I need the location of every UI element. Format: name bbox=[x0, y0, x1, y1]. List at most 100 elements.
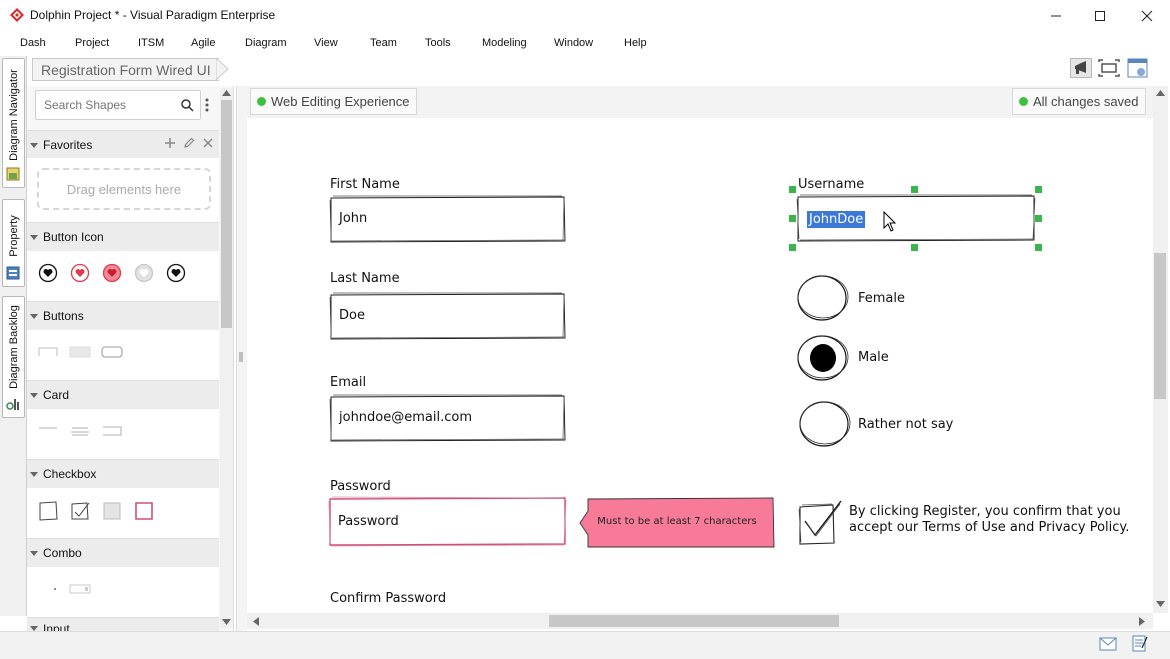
combo-box-shape-icon[interactable] bbox=[69, 584, 91, 594]
scroll-down-arrow-icon[interactable] bbox=[222, 619, 231, 625]
category-label: Button Icon bbox=[43, 230, 104, 244]
sketch-button-shape-icon[interactable] bbox=[37, 346, 59, 358]
scroll-right-arrow-icon[interactable] bbox=[1139, 617, 1145, 626]
heart-button-disabled-shape-icon[interactable] bbox=[134, 263, 154, 283]
menu-view[interactable]: View bbox=[314, 37, 338, 49]
scroll-left-arrow-icon[interactable] bbox=[253, 617, 259, 626]
menu-agile[interactable]: Agile bbox=[191, 37, 215, 49]
breadcrumb[interactable]: Registration Form Wired UI bbox=[32, 58, 219, 81]
notes-icon[interactable] bbox=[1132, 634, 1148, 652]
radio-rather-not-say[interactable] bbox=[797, 398, 853, 450]
scroll-down-arrow-icon[interactable] bbox=[1156, 601, 1165, 607]
favorites-drop-zone[interactable]: Drag elements here bbox=[37, 168, 211, 210]
menu-project[interactable]: Project bbox=[75, 37, 109, 49]
card-shape-icon[interactable] bbox=[37, 425, 59, 437]
heart-button-outline-shape-icon[interactable] bbox=[166, 263, 186, 283]
radio-female[interactable] bbox=[795, 272, 851, 324]
edit-icon[interactable] bbox=[183, 137, 195, 149]
flat-button-shape-icon[interactable] bbox=[69, 346, 91, 358]
tab-diagram-navigator[interactable]: Diagram Navigator bbox=[2, 58, 25, 188]
status-dot-icon bbox=[257, 97, 266, 106]
selection-handle[interactable] bbox=[789, 186, 796, 193]
menu-tools[interactable]: Tools bbox=[425, 37, 451, 49]
username-value-selected[interactable]: JohnDoe bbox=[807, 211, 866, 228]
scroll-up-arrow-icon[interactable] bbox=[222, 90, 231, 96]
fit-diagram-icon[interactable] bbox=[1098, 59, 1120, 77]
combo-dot-shape-icon[interactable] bbox=[50, 585, 60, 593]
password-value: Password bbox=[338, 514, 399, 529]
menu-diagram[interactable]: Diagram bbox=[245, 37, 287, 49]
radio-male-label: Male bbox=[858, 350, 889, 365]
splitter-grip-icon[interactable] bbox=[239, 352, 243, 362]
heart-button-shape-icon[interactable] bbox=[38, 263, 58, 283]
category-combo[interactable]: Combo bbox=[27, 538, 219, 567]
password-label: Password bbox=[330, 479, 391, 494]
heart-button-red-shape-icon[interactable] bbox=[70, 263, 90, 283]
tab-diagram-backlog[interactable]: Diagram Backlog bbox=[2, 296, 25, 418]
web-editing-badge[interactable]: Web Editing Experience bbox=[250, 88, 417, 115]
selection-handle[interactable] bbox=[789, 244, 796, 251]
maximize-icon[interactable] bbox=[1077, 0, 1123, 32]
add-icon[interactable] bbox=[164, 137, 176, 149]
collapse-arrow-icon bbox=[30, 234, 38, 240]
search-shapes-box[interactable] bbox=[35, 90, 201, 120]
diagram-properties-icon[interactable] bbox=[1127, 58, 1149, 79]
mail-icon[interactable] bbox=[1099, 637, 1117, 651]
card-box-shape-icon[interactable] bbox=[101, 425, 123, 437]
selection-handle[interactable] bbox=[911, 186, 918, 193]
search-shapes-input[interactable] bbox=[42, 91, 178, 119]
menu-dash[interactable]: Dash bbox=[20, 37, 46, 49]
search-icon[interactable] bbox=[181, 99, 194, 112]
tab-diagram-navigator-label: Diagram Navigator bbox=[7, 69, 20, 162]
canvas-vertical-scroll-thumb[interactable] bbox=[1154, 253, 1166, 399]
last-name-value: Doe bbox=[339, 308, 365, 323]
heart-button-filled-shape-icon[interactable] bbox=[102, 263, 122, 283]
category-card[interactable]: Card bbox=[27, 380, 219, 409]
tab-property[interactable]: Property bbox=[2, 199, 25, 287]
radio-male[interactable] bbox=[795, 332, 851, 384]
breadcrumb-arrow-icon bbox=[216, 57, 229, 81]
checkbox-disabled-shape-icon[interactable] bbox=[101, 500, 123, 522]
selection-handle[interactable] bbox=[789, 215, 796, 222]
rounded-button-shape-icon[interactable] bbox=[101, 346, 123, 358]
tab-property-label: Property bbox=[7, 215, 20, 257]
menu-help[interactable]: Help bbox=[624, 37, 647, 49]
visual-paradigm-logo-icon bbox=[10, 8, 24, 22]
menu-itsm[interactable]: ITSM bbox=[138, 37, 164, 49]
checkbox-empty-shape-icon[interactable] bbox=[37, 500, 59, 522]
tab-diagram-backlog-label: Diagram Backlog bbox=[7, 305, 20, 390]
minimize-icon[interactable] bbox=[1033, 0, 1079, 32]
category-button-icon[interactable]: Button Icon bbox=[27, 222, 219, 251]
more-options-icon[interactable] bbox=[204, 97, 210, 113]
category-label: Combo bbox=[43, 546, 82, 560]
last-name-label: Last Name bbox=[330, 271, 400, 286]
menu-team[interactable]: Team bbox=[370, 37, 397, 49]
category-buttons[interactable]: Buttons bbox=[27, 301, 219, 330]
selection-handle[interactable] bbox=[911, 244, 918, 251]
card-list-shape-icon[interactable] bbox=[69, 425, 91, 437]
category-input[interactable]: Input bbox=[27, 617, 219, 632]
status-dot-icon bbox=[1019, 97, 1028, 106]
close-icon[interactable] bbox=[1124, 0, 1170, 32]
scroll-up-arrow-icon[interactable] bbox=[1156, 90, 1165, 96]
announcement-icon[interactable] bbox=[1070, 58, 1092, 78]
category-label: Checkbox bbox=[43, 467, 97, 481]
remove-icon[interactable] bbox=[203, 138, 213, 148]
menu-modeling[interactable]: Modeling bbox=[482, 37, 527, 49]
first-name-value: John bbox=[339, 211, 368, 226]
canvas-horizontal-scroll-thumb[interactable] bbox=[549, 615, 839, 627]
checkbox-checked-shape-icon[interactable] bbox=[69, 500, 91, 522]
selection-handle[interactable] bbox=[1035, 186, 1042, 193]
checkbox-error-shape-icon[interactable] bbox=[133, 500, 155, 522]
terms-checkbox[interactable] bbox=[797, 499, 843, 547]
selection-handle[interactable] bbox=[1035, 244, 1042, 251]
category-checkbox[interactable]: Checkbox bbox=[27, 459, 219, 488]
shapes-panel-scroll-thumb[interactable] bbox=[221, 100, 232, 328]
menu-window[interactable]: Window bbox=[554, 37, 593, 49]
selection-handle[interactable] bbox=[1035, 215, 1042, 222]
username-label: Username bbox=[798, 177, 865, 192]
property-icon bbox=[6, 266, 20, 280]
collapse-arrow-icon bbox=[30, 142, 38, 148]
status-bar bbox=[0, 631, 1170, 659]
collapse-arrow-icon bbox=[30, 471, 38, 477]
